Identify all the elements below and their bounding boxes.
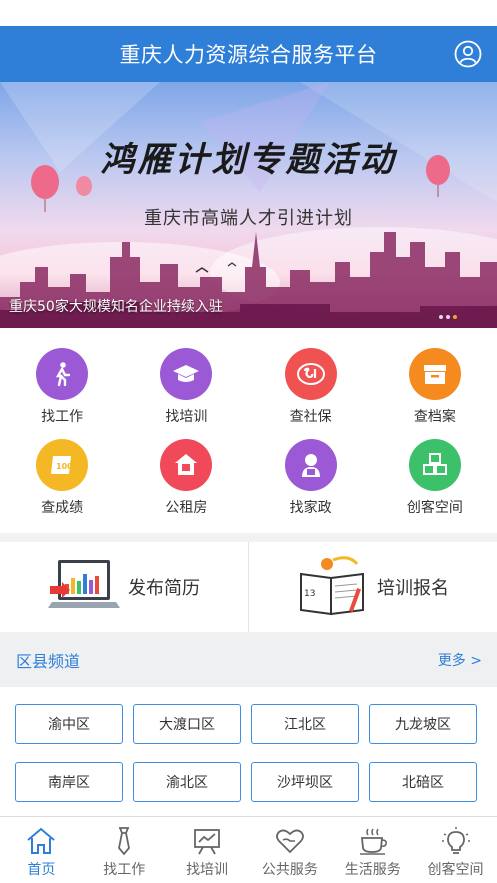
tab-label: 公共服务: [261, 862, 318, 878]
tab-maker-space[interactable]: 创客空间: [414, 817, 497, 883]
bottom-tab-bar: 首页 找工作 找培训 公共服务 生活服务 创客空间: [0, 816, 497, 883]
district-button[interactable]: 沙坪坝区: [251, 762, 359, 802]
tab-label: 首页: [27, 862, 56, 878]
pagination-dot[interactable]: [439, 315, 443, 319]
banner-headline: 鸿雁计划专题活动: [100, 140, 397, 180]
service-label: 查档案: [413, 409, 456, 425]
service-label: 公租房: [165, 500, 208, 516]
tab-life-service[interactable]: 生活服务: [331, 817, 414, 883]
svg-text:13: 13: [304, 589, 315, 599]
district-button[interactable]: 北碚区: [369, 762, 477, 802]
district-button[interactable]: 渝北区: [133, 762, 241, 802]
pagination-dot-active[interactable]: [453, 315, 457, 319]
laptop-chart-icon: [48, 560, 120, 608]
training-signup-card[interactable]: 13 培训报名: [249, 542, 497, 632]
tab-label: 找培训: [186, 862, 229, 878]
pagination-dot[interactable]: [446, 315, 450, 319]
tab-find-training[interactable]: 找培训: [166, 817, 249, 883]
service-label: 找家政: [289, 500, 332, 516]
tab-home[interactable]: 首页: [0, 817, 83, 883]
archive-box-icon: [408, 348, 461, 400]
district-channel-title: 区县频道: [16, 651, 81, 671]
service-label: 查社保: [289, 409, 332, 425]
district-more-link[interactable]: 更多 >: [438, 650, 482, 670]
publish-resume-card[interactable]: 发布简历: [0, 542, 249, 632]
district-button[interactable]: 九龙坡区: [369, 704, 477, 744]
service-label: 找工作: [41, 409, 84, 425]
district-button[interactable]: 江北区: [251, 704, 359, 744]
rental-house-icon: [160, 439, 213, 491]
cubes-icon: [408, 439, 461, 491]
training-signup-label: 培训报名: [377, 578, 449, 599]
housekeeper-icon: [284, 439, 337, 491]
chart-board-icon: [194, 829, 220, 855]
walking-person-icon: [36, 348, 89, 400]
promo-cards: 发布简历 13 培训报名: [0, 542, 497, 632]
tab-label: 创客空间: [427, 862, 484, 878]
service-scores[interactable]: 100 查成绩: [0, 439, 124, 530]
graduation-cap-icon: [160, 348, 213, 400]
district-channel-header: 区县频道 更多 >: [0, 632, 497, 687]
banner-caption: 重庆50家大规模知名企业持续入驻: [9, 299, 223, 315]
tab-find-job[interactable]: 找工作: [83, 817, 166, 883]
service-grid: 找工作 找培训 查社保 查档案 100 查成绩 公租房 找家政 创客空间: [0, 328, 497, 533]
user-icon[interactable]: [453, 39, 483, 69]
tie-icon: [118, 827, 131, 856]
district-button[interactable]: 大渡口区: [133, 704, 241, 744]
publish-resume-label: 发布简历: [128, 578, 200, 599]
service-label: 创客空间: [406, 500, 463, 516]
tab-public-service[interactable]: 公共服务: [248, 817, 331, 883]
app-title: 重庆人力资源综合服务平台: [119, 43, 378, 67]
lightbulb-icon: [441, 827, 470, 854]
district-button[interactable]: 渝中区: [15, 704, 123, 744]
district-button[interactable]: 南岸区: [15, 762, 123, 802]
home-icon: [27, 827, 56, 854]
service-social-security[interactable]: 查社保: [249, 348, 373, 439]
service-housekeeping[interactable]: 找家政: [249, 439, 373, 530]
tab-label: 生活服务: [344, 862, 401, 878]
service-maker-space[interactable]: 创客空间: [373, 439, 497, 530]
svg-text:100: 100: [56, 462, 73, 471]
score-sheet-icon: 100: [36, 439, 89, 491]
coffee-cup-icon: [359, 828, 387, 855]
service-archive[interactable]: 查档案: [373, 348, 497, 439]
tab-label: 找工作: [103, 862, 146, 878]
app-header: 重庆人力资源综合服务平台: [0, 26, 497, 82]
app-screen: 重庆人力资源综合服务平台 鸿雁计划专题活动 重庆市高端人才引进计划 重庆50家大…: [0, 0, 497, 883]
service-public-rental[interactable]: 公租房: [124, 439, 248, 530]
status-bar: [0, 0, 497, 26]
service-find-training[interactable]: 找培训: [124, 348, 248, 439]
heart-hand-icon: [275, 829, 304, 854]
service-label: 查成绩: [41, 500, 84, 516]
banner-pagination[interactable]: [439, 315, 457, 319]
promo-banner[interactable]: 鸿雁计划专题活动 重庆市高端人才引进计划 重庆50家大规模知名企业持续入驻: [0, 82, 497, 328]
social-security-icon: [284, 348, 337, 400]
district-grid: 渝中区 大渡口区 江北区 九龙坡区 南岸区 渝北区 沙坪坝区 北碚区: [0, 687, 497, 817]
service-label: 找培训: [165, 409, 208, 425]
service-find-job[interactable]: 找工作: [0, 348, 124, 439]
book-signup-icon: 13: [300, 556, 364, 616]
banner-subline: 重庆市高端人才引进计划: [144, 208, 353, 229]
